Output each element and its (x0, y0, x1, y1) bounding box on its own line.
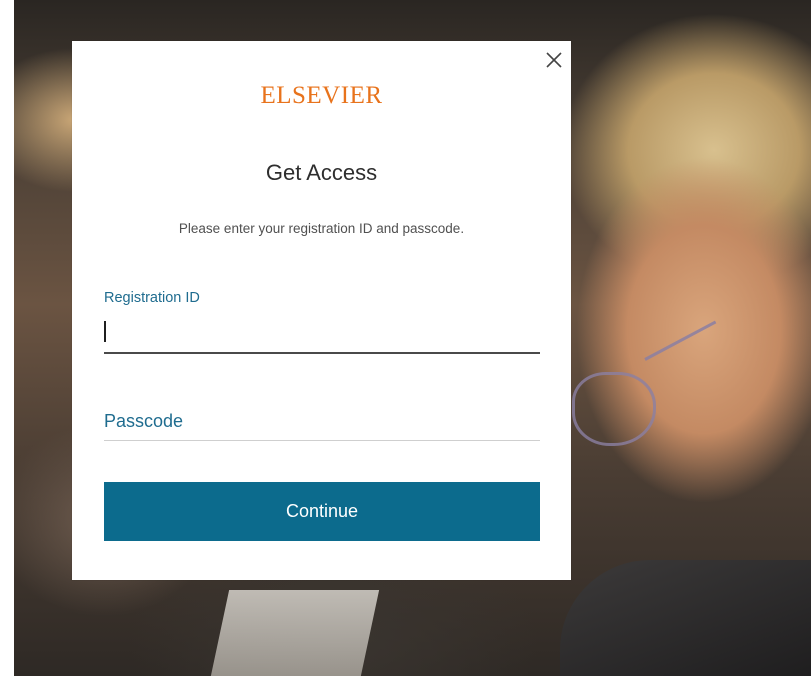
close-button[interactable] (541, 47, 567, 73)
left-margin (0, 0, 14, 676)
dialog-subtitle: Please enter your registration ID and pa… (178, 221, 465, 236)
registration-id-input[interactable] (104, 314, 540, 354)
access-dialog: ELSEVIER Get Access Please enter your re… (72, 41, 571, 580)
close-icon (546, 52, 562, 68)
page: ELSEVIER Get Access Please enter your re… (0, 0, 811, 676)
dialog-title: Get Access (265, 160, 378, 185)
continue-button[interactable]: Continue (104, 482, 540, 541)
registration-id-label: Registration ID (104, 290, 200, 306)
text-caret (104, 321, 106, 342)
passcode-input[interactable] (104, 402, 540, 441)
background-papers (210, 590, 380, 676)
background-shirt (560, 560, 811, 676)
elsevier-logo: ELSEVIER (260, 82, 383, 109)
background-glasses (572, 372, 656, 446)
